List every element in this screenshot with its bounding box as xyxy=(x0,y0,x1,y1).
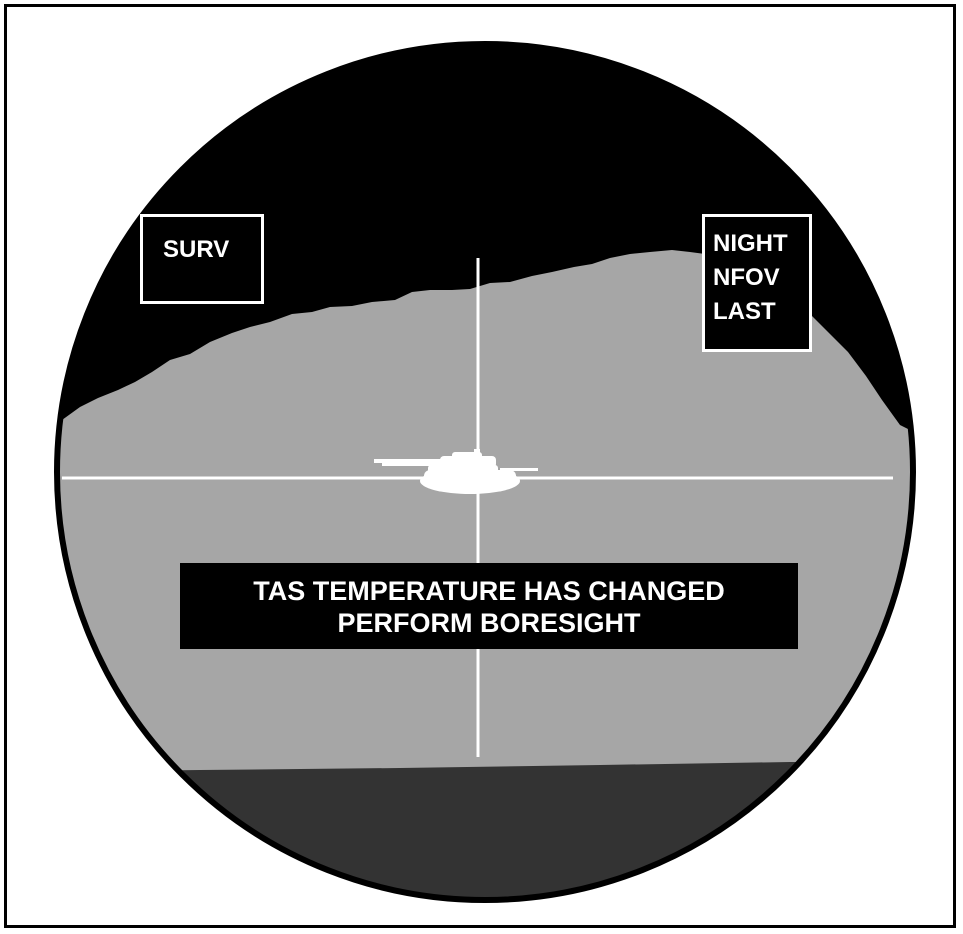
alert-line-2: PERFORM BORESIGHT xyxy=(337,608,641,638)
boresight-alert-message: TAS TEMPERATURE HAS CHANGED PERFORM BORE… xyxy=(180,563,798,649)
alert-line-1: TAS TEMPERATURE HAS CHANGED xyxy=(253,576,725,606)
surveillance-mode-label: SURV xyxy=(163,236,230,263)
foreground-ground xyxy=(57,762,913,900)
status-line-nfov: NFOV xyxy=(713,264,780,291)
surveillance-mode-box: SURV xyxy=(140,214,264,304)
status-line-night: NIGHT xyxy=(713,230,788,257)
sight-view xyxy=(54,41,916,903)
status-line-last: LAST xyxy=(713,298,776,325)
sensor-status-box: NIGHT NFOV LAST xyxy=(702,214,812,352)
